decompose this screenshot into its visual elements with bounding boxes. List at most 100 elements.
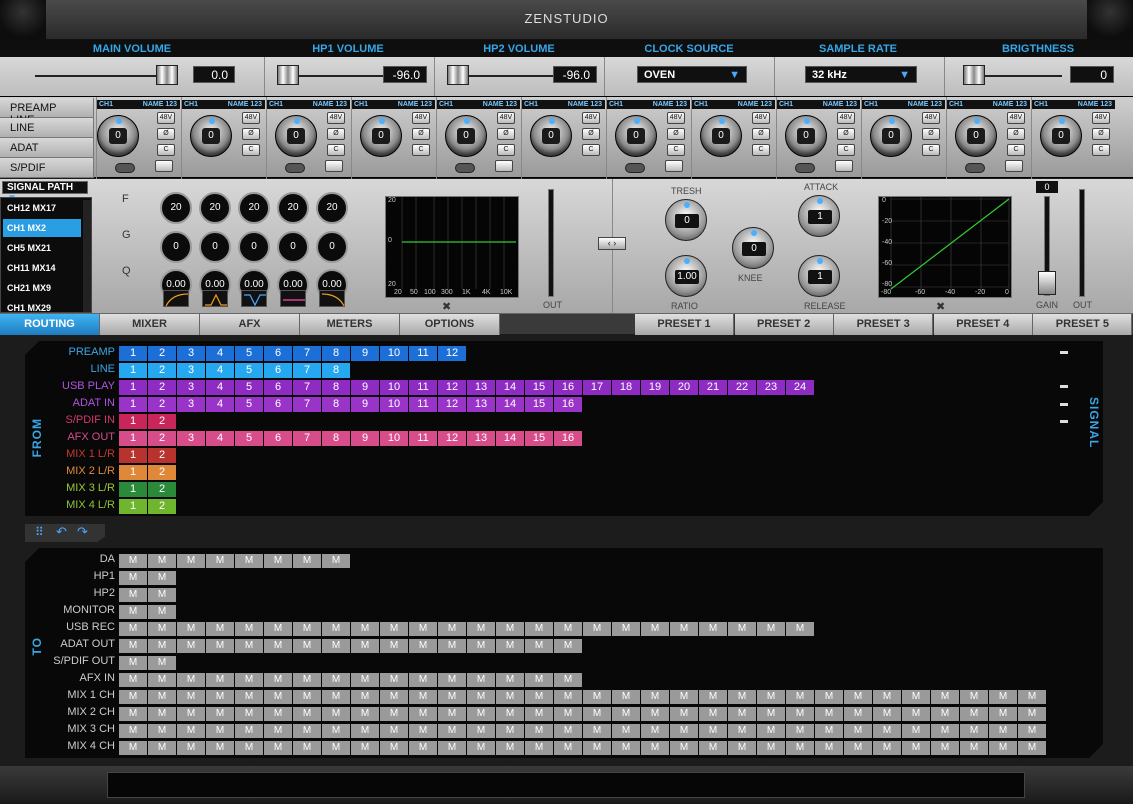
mute-cell[interactable]: M bbox=[525, 707, 553, 721]
mute-cell[interactable]: M bbox=[293, 690, 321, 704]
gain-knob[interactable]: 0 bbox=[785, 115, 827, 157]
phantom-48v-button[interactable]: 48V bbox=[412, 112, 430, 124]
channel-list-item[interactable]: CH1 MX2 bbox=[3, 219, 81, 237]
mute-cell[interactable]: M bbox=[467, 673, 495, 687]
mute-cell[interactable]: M bbox=[148, 656, 176, 670]
mute-cell[interactable]: M bbox=[148, 724, 176, 738]
mute-cell[interactable]: M bbox=[235, 554, 263, 568]
mute-cell[interactable]: M bbox=[235, 639, 263, 653]
gain-knob[interactable]: 0 bbox=[870, 115, 912, 157]
mute-cell[interactable]: M bbox=[380, 724, 408, 738]
mute-cell[interactable]: M bbox=[119, 673, 147, 687]
mute-cell[interactable]: M bbox=[322, 707, 350, 721]
strip-name[interactable]: NAME 123 bbox=[483, 100, 517, 109]
mute-cell[interactable]: M bbox=[148, 622, 176, 636]
mute-cell[interactable]: M bbox=[380, 639, 408, 653]
mute-cell[interactable]: M bbox=[235, 673, 263, 687]
route-cell[interactable]: 10 bbox=[380, 346, 408, 361]
mute-cell[interactable]: M bbox=[496, 622, 524, 636]
gain-knob[interactable]: 0 bbox=[360, 115, 402, 157]
out-fader[interactable] bbox=[548, 189, 554, 297]
gain-fader-thumb[interactable] bbox=[1038, 271, 1056, 295]
mute-cell[interactable]: M bbox=[815, 690, 843, 704]
mute-cell[interactable]: M bbox=[177, 554, 205, 568]
mute-cell[interactable]: M bbox=[525, 741, 553, 755]
mute-cell[interactable]: M bbox=[467, 724, 495, 738]
mute-cell[interactable]: M bbox=[177, 724, 205, 738]
mute-cell[interactable]: M bbox=[728, 741, 756, 755]
strip-name[interactable]: NAME 123 bbox=[313, 100, 347, 109]
mute-cell[interactable]: M bbox=[322, 554, 350, 568]
release-knob[interactable]: 1 bbox=[798, 255, 840, 297]
eq-g-knob[interactable]: 0 bbox=[277, 231, 309, 263]
route-cell[interactable]: 8 bbox=[322, 346, 350, 361]
mute-cell[interactable]: M bbox=[177, 690, 205, 704]
mute-cell[interactable]: M bbox=[873, 690, 901, 704]
main-volume-value[interactable]: 0.0 bbox=[193, 66, 235, 83]
tab-options[interactable]: OPTIONS bbox=[400, 314, 500, 335]
mute-cell[interactable]: M bbox=[177, 707, 205, 721]
mute-cell[interactable]: M bbox=[119, 588, 147, 602]
route-cell[interactable]: 2 bbox=[148, 499, 176, 514]
gain-knob[interactable]: 0 bbox=[445, 115, 487, 157]
link-switch[interactable] bbox=[455, 163, 475, 173]
route-cell[interactable]: 8 bbox=[322, 380, 350, 395]
mute-cell[interactable]: M bbox=[786, 707, 814, 721]
tab-adat[interactable]: ADAT bbox=[0, 138, 94, 158]
route-cell[interactable]: 22 bbox=[728, 380, 756, 395]
strip-name[interactable]: NAME 123 bbox=[738, 100, 772, 109]
strip-name[interactable]: NAME 123 bbox=[143, 100, 177, 109]
route-cell[interactable]: 18 bbox=[612, 380, 640, 395]
mute-cell[interactable]: M bbox=[989, 707, 1017, 721]
mute-cell[interactable]: M bbox=[1018, 741, 1046, 755]
mute-cell[interactable]: M bbox=[148, 690, 176, 704]
c-button[interactable]: C bbox=[497, 144, 515, 156]
dyn-out-fader[interactable] bbox=[1079, 189, 1085, 297]
phase-button[interactable]: Ø bbox=[922, 128, 940, 140]
mute-cell[interactable]: M bbox=[1018, 707, 1046, 721]
phase-button[interactable]: Ø bbox=[667, 128, 685, 140]
route-cell[interactable]: 3 bbox=[177, 431, 205, 446]
mute-cell[interactable]: M bbox=[293, 554, 321, 568]
phase-button[interactable]: Ø bbox=[327, 128, 345, 140]
route-cell[interactable]: 2 bbox=[148, 465, 176, 480]
signal-path-dropdown[interactable]: SIGNAL PATH ▼ bbox=[2, 181, 88, 204]
mute-cell[interactable]: M bbox=[670, 622, 698, 636]
mute-cell[interactable]: M bbox=[264, 554, 292, 568]
mute-cell[interactable]: M bbox=[119, 571, 147, 585]
mute-cell[interactable]: M bbox=[612, 741, 640, 755]
tab-routing[interactable]: ROUTING bbox=[0, 314, 100, 335]
mute-cell[interactable]: M bbox=[177, 639, 205, 653]
c-button[interactable]: C bbox=[582, 144, 600, 156]
mute-cell[interactable]: M bbox=[757, 741, 785, 755]
mute-cell[interactable]: M bbox=[438, 707, 466, 721]
mute-cell[interactable]: M bbox=[525, 673, 553, 687]
phantom-48v-button[interactable]: 48V bbox=[752, 112, 770, 124]
mute-cell[interactable]: M bbox=[351, 724, 379, 738]
mute-cell[interactable]: M bbox=[873, 707, 901, 721]
route-cell[interactable]: 2 bbox=[148, 380, 176, 395]
mute-cell[interactable]: M bbox=[583, 724, 611, 738]
mute-cell[interactable]: M bbox=[786, 724, 814, 738]
mute-cell[interactable]: M bbox=[525, 622, 553, 636]
mute-cell[interactable]: M bbox=[467, 622, 495, 636]
mute-cell[interactable]: M bbox=[960, 707, 988, 721]
mute-cell[interactable]: M bbox=[409, 724, 437, 738]
route-cell[interactable]: 5 bbox=[235, 431, 263, 446]
phase-button[interactable]: Ø bbox=[242, 128, 260, 140]
mute-cell[interactable]: M bbox=[351, 639, 379, 653]
main-volume-track[interactable] bbox=[35, 75, 175, 77]
mute-cell[interactable]: M bbox=[438, 639, 466, 653]
eq-g-knob[interactable]: 0 bbox=[316, 231, 348, 263]
route-cell[interactable]: 3 bbox=[177, 363, 205, 378]
channel-list-item[interactable]: CH11 MX14 bbox=[3, 259, 81, 277]
route-cell[interactable]: 1 bbox=[119, 397, 147, 412]
route-cell[interactable]: 3 bbox=[177, 346, 205, 361]
hp2-volume-thumb[interactable] bbox=[447, 65, 469, 85]
phantom-48v-button[interactable]: 48V bbox=[242, 112, 260, 124]
mute-cell[interactable]: M bbox=[728, 622, 756, 636]
mute-cell[interactable]: M bbox=[815, 741, 843, 755]
mute-cell[interactable]: M bbox=[757, 707, 785, 721]
gain-knob[interactable]: 0 bbox=[1040, 115, 1082, 157]
mute-cell[interactable]: M bbox=[409, 741, 437, 755]
